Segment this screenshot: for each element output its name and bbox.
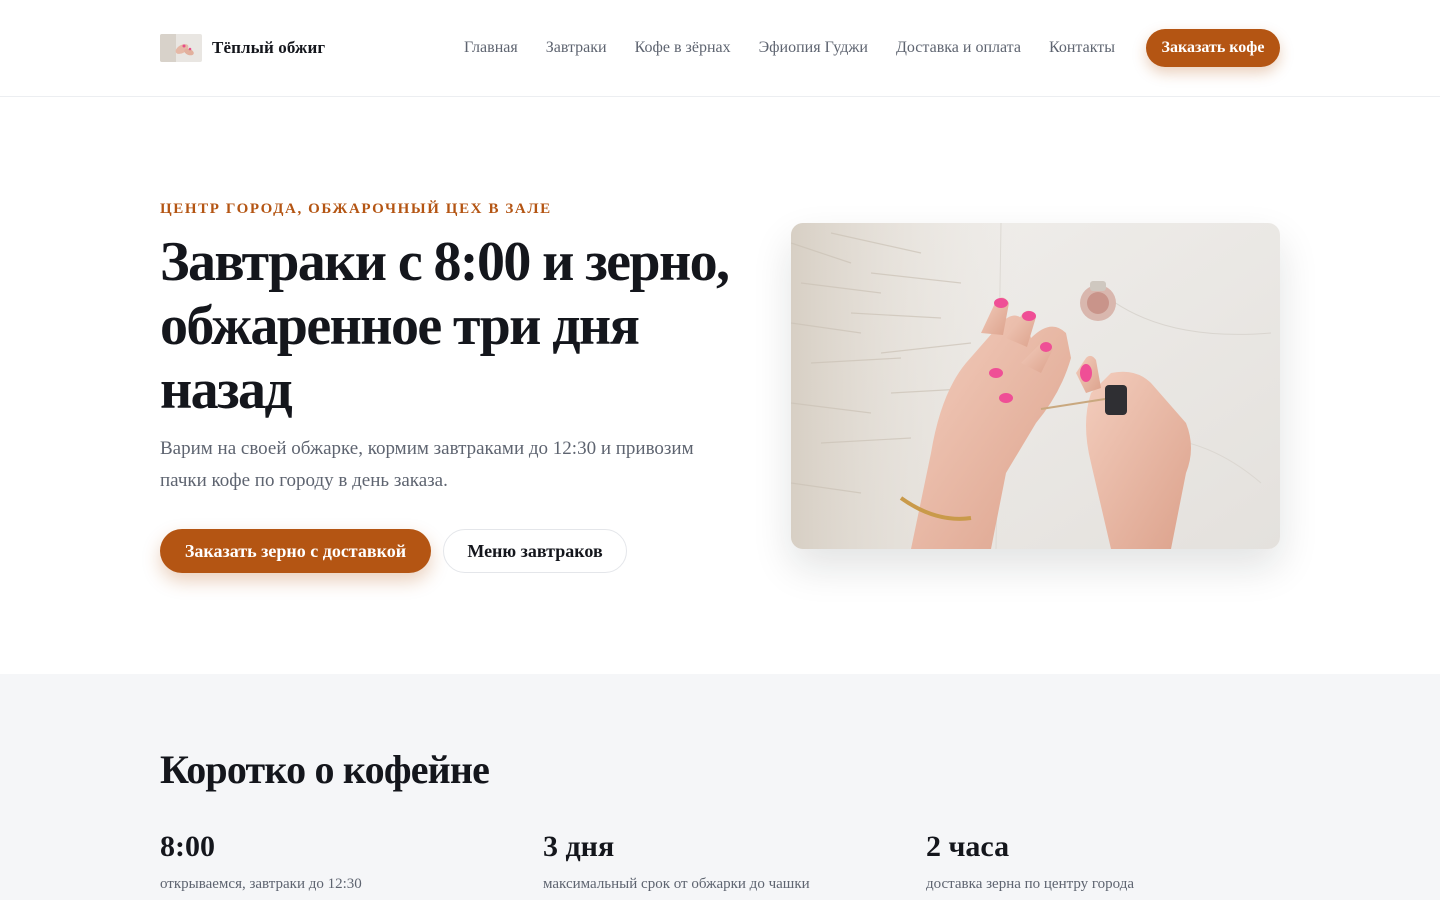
nav-link-contacts[interactable]: Контакты [1049,39,1115,57]
site-header: Тёплый обжиг Главная Завтраки Кофе в зёр… [0,0,1440,97]
brand-name: Тёплый обжиг [212,38,326,57]
hero-eyebrow: Центр города, обжарочный цех в зале [160,201,552,217]
stat-caption: доставка зерна по центру города [926,876,1135,892]
stat-value: 2 часа [926,830,1010,863]
hero-photo [791,223,1280,549]
nav-link-home[interactable]: Главная [464,39,518,57]
stats-section: Коротко о кофейне 8:00 открываемся, завт… [0,674,1440,900]
stat-caption: максимальный срок от обжарки до чашки [543,876,810,892]
stat-item-roast-age: 3 дня максимальный срок от обжарки до ча… [543,830,883,893]
stat-value: 8:00 [160,830,215,863]
hero-title: Завтраки с 8:00 и зерно, обжаренное три … [160,231,730,421]
nav-link-delivery[interactable]: Доставка и оплата [896,39,1021,57]
stat-value: 3 дня [543,830,615,863]
order-coffee-button[interactable]: Заказать кофе [1146,29,1280,67]
breakfast-menu-button[interactable]: Меню завтраков [443,529,627,573]
brand-link[interactable]: Тёплый обжиг [160,34,325,62]
stat-item-opening: 8:00 открываемся, завтраки до 12:30 [160,830,500,893]
stat-caption: открываемся, завтраки до 12:30 [160,876,362,892]
nav-link-coffee-beans[interactable]: Кофе в зёрнах [635,39,731,57]
nav-link-breakfasts[interactable]: Завтраки [546,39,607,57]
main-nav: Главная Завтраки Кофе в зёрнах Эфиопия Г… [464,37,1115,59]
order-beans-delivery-button[interactable]: Заказать зерно с доставкой [160,529,431,573]
brand-logo-image [160,34,202,62]
stat-item-delivery-time: 2 часа доставка зерна по центру города [926,830,1266,893]
nav-link-ethiopia-guji[interactable]: Эфиопия Гуджи [759,39,868,57]
stats-title: Коротко о кофейне [160,747,490,792]
hero-lead: Варим на своей обжарке, кормим завтракам… [160,438,694,491]
